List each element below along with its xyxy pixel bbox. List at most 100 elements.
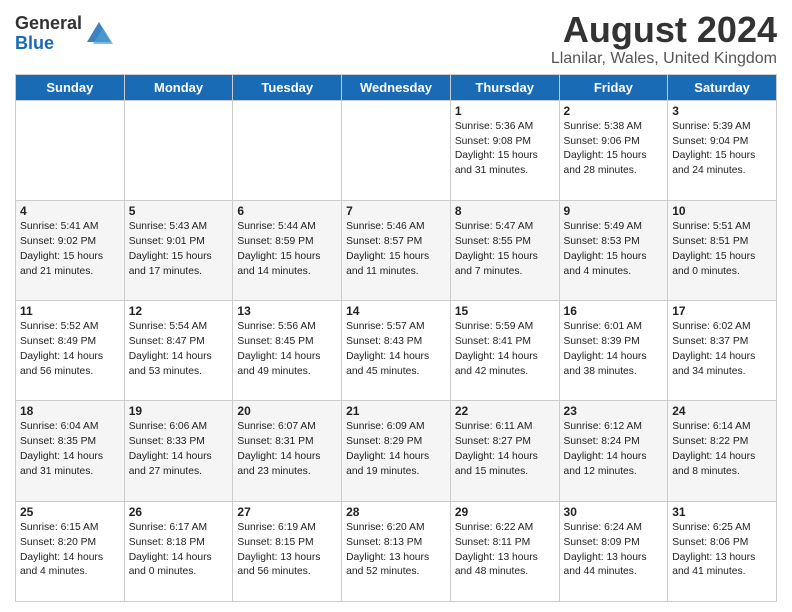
calendar-cell: 28 Sunrise: 6:20 AMSunset: 8:13 PMDayligh… (342, 501, 451, 601)
calendar-cell: 12Sunrise: 5:54 AMSunset: 8:47 PMDayligh… (124, 301, 233, 401)
calendar-cell (342, 100, 451, 200)
calendar-cell: 15 Sunrise: 5:59 AMSunset: 8:41 PMDayligh… (450, 301, 559, 401)
day-number: 11 (20, 304, 120, 318)
calendar-cell (233, 100, 342, 200)
day-info: Sunrise: 5:47 AMSunset: 8:55 PMDaylight:… (455, 220, 555, 280)
day-info: Sunrise: 6:11 AMSunset: 8:27 PMDaylight:… (455, 420, 555, 480)
day-number: 13 (237, 304, 337, 318)
calendar-cell: 2Sunrise: 5:38 AMSunset: 9:06 PMDaylight… (559, 100, 668, 200)
logo: General Blue (15, 14, 113, 54)
day-number: 28 (346, 505, 446, 519)
day-number: 10 (672, 204, 772, 218)
calendar-cell: 16Sunrise: 6:01 AMSunset: 8:39 PMDayligh… (559, 301, 668, 401)
calendar-cell (124, 100, 233, 200)
calendar-cell: 10 Sunrise: 5:51 AMSunset: 8:51 PMDayligh… (668, 200, 777, 300)
day-number: 3 (672, 104, 772, 118)
calendar-cell: 3 Sunrise: 5:39 AMSunset: 9:04 PMDaylight… (668, 100, 777, 200)
weekday-header-wednesday: Wednesday (342, 74, 451, 100)
day-number: 14 (346, 304, 446, 318)
week-row-5: 25 Sunrise: 6:15 AMSunset: 8:20 PMDayligh… (16, 501, 777, 601)
calendar-cell: 29 Sunrise: 6:22 AMSunset: 8:11 PMDayligh… (450, 501, 559, 601)
calendar-cell: 20 Sunrise: 6:07 AMSunset: 8:31 PMDayligh… (233, 401, 342, 501)
calendar-cell: 27Sunrise: 6:19 AMSunset: 8:15 PMDayligh… (233, 501, 342, 601)
day-number: 8 (455, 204, 555, 218)
day-info: Sunrise: 6:04 AMSunset: 8:35 PMDaylight:… (20, 420, 120, 480)
calendar-cell: 11Sunrise: 5:52 AMSunset: 8:49 PMDayligh… (16, 301, 125, 401)
day-info: Sunrise: 5:56 AMSunset: 8:45 PMDaylight:… (237, 320, 337, 380)
weekday-header-monday: Monday (124, 74, 233, 100)
calendar-cell: 19 Sunrise: 6:06 AMSunset: 8:33 PMDayligh… (124, 401, 233, 501)
day-number: 7 (346, 204, 446, 218)
day-number: 9 (564, 204, 664, 218)
day-info: Sunrise: 5:43 AMSunset: 9:01 PMDaylight:… (129, 220, 229, 280)
calendar-cell: 1Sunrise: 5:36 AMSunset: 9:08 PMDaylight… (450, 100, 559, 200)
day-info: Sunrise: 5:44 AMSunset: 8:59 PMDaylight:… (237, 220, 337, 280)
week-row-1: 1Sunrise: 5:36 AMSunset: 9:08 PMDaylight… (16, 100, 777, 200)
calendar-cell: 21 Sunrise: 6:09 AMSunset: 8:29 PMDayligh… (342, 401, 451, 501)
day-number: 19 (129, 404, 229, 418)
day-info: Sunrise: 5:46 AMSunset: 8:57 PMDaylight:… (346, 220, 446, 280)
day-number: 22 (455, 404, 555, 418)
weekday-header-thursday: Thursday (450, 74, 559, 100)
calendar-cell: 5Sunrise: 5:43 AMSunset: 9:01 PMDaylight… (124, 200, 233, 300)
logo-icon (85, 20, 113, 48)
calendar-cell (16, 100, 125, 200)
week-row-4: 18 Sunrise: 6:04 AMSunset: 8:35 PMDayligh… (16, 401, 777, 501)
weekday-row: SundayMondayTuesdayWednesdayThursdayFrid… (16, 74, 777, 100)
day-number: 20 (237, 404, 337, 418)
day-number: 31 (672, 505, 772, 519)
day-info: Sunrise: 6:06 AMSunset: 8:33 PMDaylight:… (129, 420, 229, 480)
calendar-cell: 17Sunrise: 6:02 AMSunset: 8:37 PMDayligh… (668, 301, 777, 401)
day-number: 21 (346, 404, 446, 418)
day-info: Sunrise: 6:19 AMSunset: 8:15 PMDaylight:… (237, 521, 337, 581)
page: General Blue August 2024 Llanilar, Wales… (0, 0, 792, 612)
calendar-cell: 31 Sunrise: 6:25 AMSunset: 8:06 PMDayligh… (668, 501, 777, 601)
calendar-cell: 9Sunrise: 5:49 AMSunset: 8:53 PMDaylight… (559, 200, 668, 300)
title-block: August 2024 Llanilar, Wales, United King… (551, 10, 777, 68)
day-number: 30 (564, 505, 664, 519)
weekday-header-friday: Friday (559, 74, 668, 100)
day-number: 25 (20, 505, 120, 519)
day-number: 2 (564, 104, 664, 118)
calendar-cell: 26Sunrise: 6:17 AMSunset: 8:18 PMDayligh… (124, 501, 233, 601)
calendar-cell: 24Sunrise: 6:14 AMSunset: 8:22 PMDayligh… (668, 401, 777, 501)
day-info: Sunrise: 5:36 AMSunset: 9:08 PMDaylight:… (455, 120, 555, 180)
weekday-header-sunday: Sunday (16, 74, 125, 100)
calendar-table: SundayMondayTuesdayWednesdayThursdayFrid… (15, 74, 777, 602)
day-number: 29 (455, 505, 555, 519)
day-info: Sunrise: 5:51 AMSunset: 8:51 PMDaylight:… (672, 220, 772, 280)
day-info: Sunrise: 6:09 AMSunset: 8:29 PMDaylight:… (346, 420, 446, 480)
calendar-cell: 8 Sunrise: 5:47 AMSunset: 8:55 PMDaylight… (450, 200, 559, 300)
day-info: Sunrise: 6:15 AMSunset: 8:20 PMDaylight:… (20, 521, 120, 581)
day-number: 12 (129, 304, 229, 318)
day-number: 24 (672, 404, 772, 418)
day-info: Sunrise: 6:12 AMSunset: 8:24 PMDaylight:… (564, 420, 664, 480)
day-info: Sunrise: 6:01 AMSunset: 8:39 PMDaylight:… (564, 320, 664, 380)
calendar-cell: 7 Sunrise: 5:46 AMSunset: 8:57 PMDaylight… (342, 200, 451, 300)
day-number: 18 (20, 404, 120, 418)
day-number: 23 (564, 404, 664, 418)
day-info: Sunrise: 6:25 AMSunset: 8:06 PMDaylight:… (672, 521, 772, 581)
day-info: Sunrise: 5:57 AMSunset: 8:43 PMDaylight:… (346, 320, 446, 380)
calendar-cell: 30Sunrise: 6:24 AMSunset: 8:09 PMDayligh… (559, 501, 668, 601)
calendar-cell: 22 Sunrise: 6:11 AMSunset: 8:27 PMDayligh… (450, 401, 559, 501)
day-info: Sunrise: 5:41 AMSunset: 9:02 PMDaylight:… (20, 220, 120, 280)
header: General Blue August 2024 Llanilar, Wales… (15, 10, 777, 68)
logo-line1: General (15, 14, 82, 34)
day-number: 15 (455, 304, 555, 318)
day-info: Sunrise: 6:17 AMSunset: 8:18 PMDaylight:… (129, 521, 229, 581)
calendar-cell: 13 Sunrise: 5:56 AMSunset: 8:45 PMDayligh… (233, 301, 342, 401)
weekday-header-saturday: Saturday (668, 74, 777, 100)
weekday-header-tuesday: Tuesday (233, 74, 342, 100)
day-info: Sunrise: 6:22 AMSunset: 8:11 PMDaylight:… (455, 521, 555, 581)
calendar-body: 1Sunrise: 5:36 AMSunset: 9:08 PMDaylight… (16, 100, 777, 601)
day-info: Sunrise: 5:39 AMSunset: 9:04 PMDaylight:… (672, 120, 772, 180)
logo-line2: Blue (15, 34, 82, 54)
day-info: Sunrise: 6:20 AMSunset: 8:13 PMDaylight:… (346, 521, 446, 581)
calendar-cell: 18 Sunrise: 6:04 AMSunset: 8:35 PMDayligh… (16, 401, 125, 501)
day-info: Sunrise: 6:07 AMSunset: 8:31 PMDaylight:… (237, 420, 337, 480)
calendar-header: SundayMondayTuesdayWednesdayThursdayFrid… (16, 74, 777, 100)
day-number: 6 (237, 204, 337, 218)
day-info: Sunrise: 5:59 AMSunset: 8:41 PMDaylight:… (455, 320, 555, 380)
month-title: August 2024 (551, 10, 777, 50)
